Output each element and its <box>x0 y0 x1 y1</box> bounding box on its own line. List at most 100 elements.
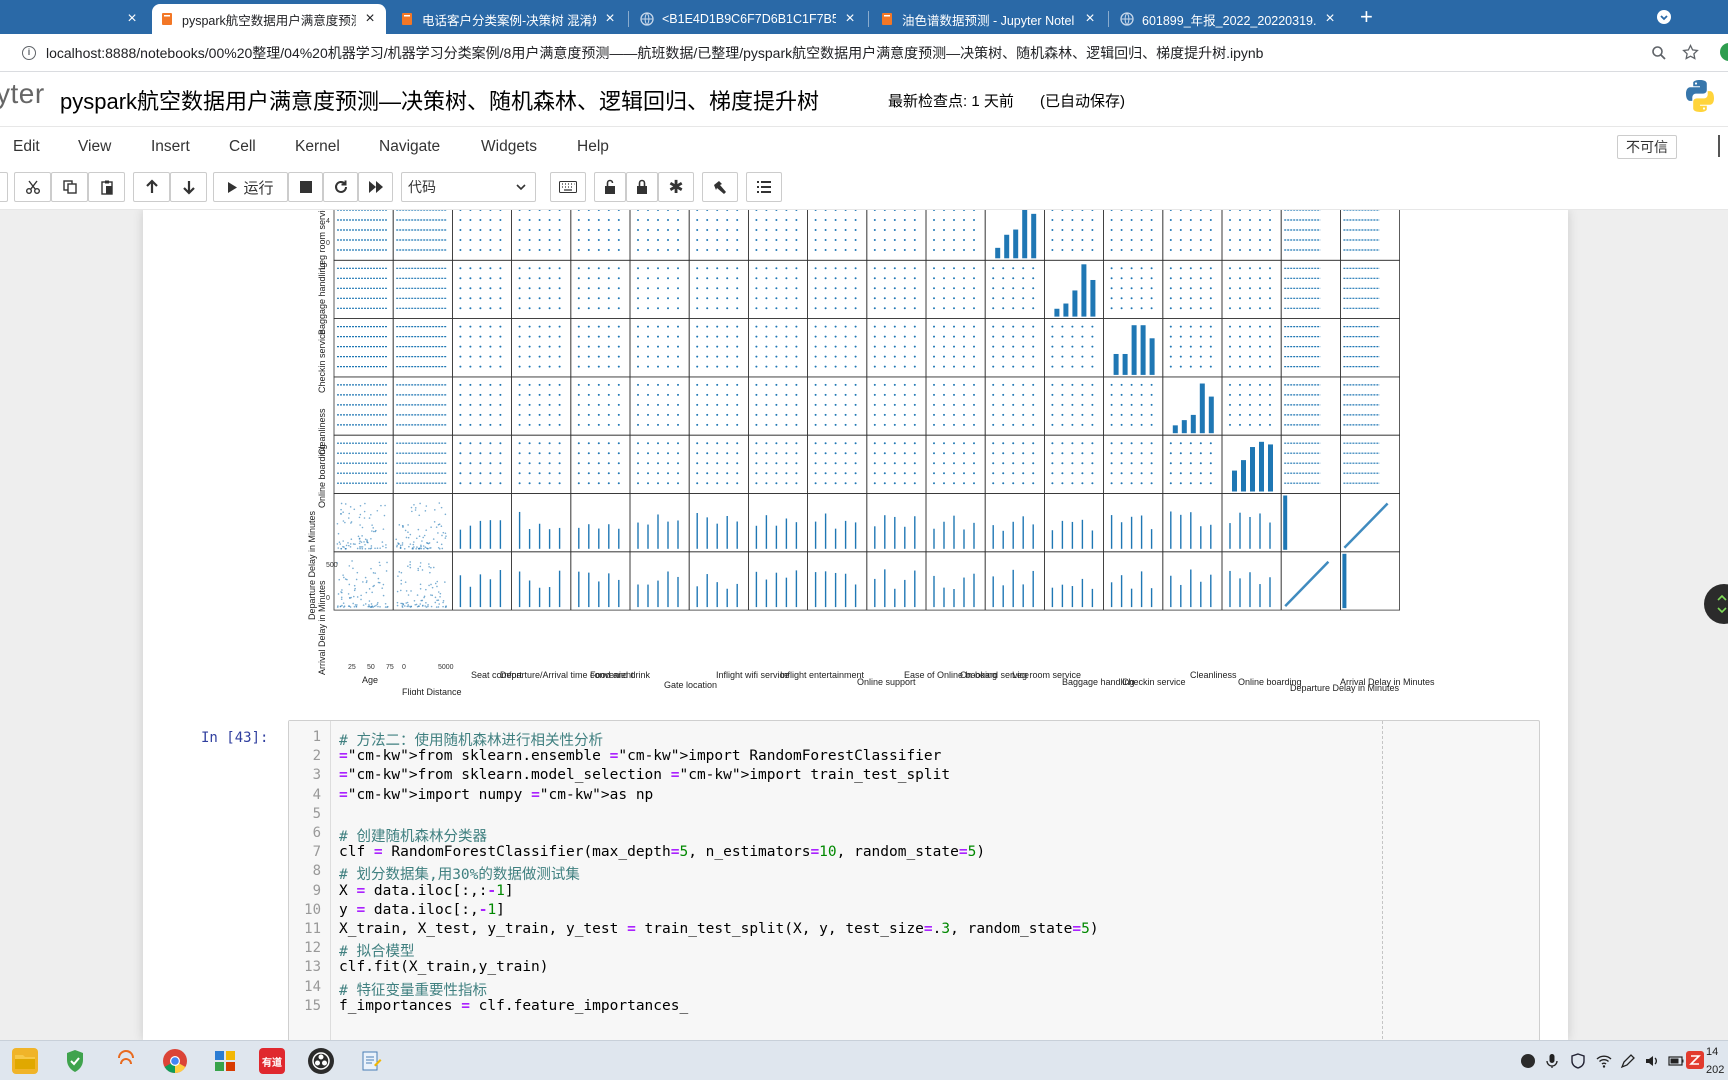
browser-tab-3[interactable]: 电话客户分类案例-决策树 混淆矩 × <box>392 4 626 34</box>
scatter-point <box>368 605 371 608</box>
bookmark-star-icon[interactable] <box>1682 43 1699 66</box>
tab-close-icon[interactable]: × <box>842 10 858 28</box>
extension-icon[interactable] <box>1720 43 1728 61</box>
tab-close-icon[interactable]: × <box>362 10 378 28</box>
x-tick: 5000 <box>438 664 454 671</box>
scatter-point <box>992 403 995 406</box>
pen-icon[interactable] <box>1620 1053 1636 1069</box>
command-palette-button[interactable] <box>550 172 586 202</box>
tab-close-icon[interactable]: × <box>124 10 140 28</box>
tray-app-icon[interactable] <box>1520 1053 1536 1069</box>
battery-icon[interactable] <box>1668 1053 1684 1069</box>
lock-button[interactable] <box>626 172 658 202</box>
scatter-point <box>667 249 669 251</box>
scatter-point <box>883 325 886 328</box>
tab-close-icon[interactable]: × <box>1322 10 1338 28</box>
new-tab-button[interactable]: + <box>1360 4 1373 30</box>
microphone-icon[interactable] <box>1544 1053 1560 1069</box>
browser-tab-2[interactable]: pyspark航空数据用户满意度预测 × <box>152 4 386 34</box>
code-cell[interactable]: In [43]: 1 2 3 4 5 6 7 8 9 10 11 12 13 14 15 # 方法二：使用随… <box>143 720 1543 1040</box>
scatter-point <box>1022 383 1025 386</box>
interrupt-button[interactable] <box>288 172 323 202</box>
wifi-icon[interactable] <box>1596 1053 1612 1069</box>
cut-button[interactable] <box>14 172 51 202</box>
paste-button[interactable] <box>88 172 125 202</box>
menu-widgets[interactable]: Widgets <box>481 138 537 156</box>
floating-assistant-button[interactable] <box>1704 584 1728 624</box>
file-explorer-icon[interactable] <box>12 1048 38 1074</box>
youdao-dict-icon[interactable]: 有道 <box>259 1048 285 1074</box>
scatter-point <box>1140 393 1143 396</box>
notebook-title[interactable]: pyspark航空数据用户满意度预测—决策树、随机森林、逻辑回归、梯度提升树 <box>60 84 819 116</box>
matrix-panel-frame <box>451 551 512 611</box>
scatter-point <box>407 565 409 568</box>
hammer-button[interactable] <box>702 172 738 202</box>
chrome-icon[interactable] <box>162 1048 188 1074</box>
scatter-point <box>913 307 916 310</box>
notebook-toolbar: 运行 代码 ✱ <box>0 166 1728 210</box>
browser-tab-6[interactable]: 601899_年报_2022_20220319.p × <box>1112 4 1346 34</box>
notepad-icon[interactable] <box>358 1048 384 1074</box>
menu-edit[interactable]: Edit <box>13 138 40 156</box>
scatter-point <box>1091 365 1094 368</box>
menu-cell[interactable]: Cell <box>229 138 256 156</box>
code-editor[interactable]: 1 2 3 4 5 6 7 8 9 10 11 12 13 14 15 # 方法二：使用随机森林进行相关性分… <box>288 720 1540 1040</box>
scatter-point <box>657 249 659 251</box>
restart-run-all-button[interactable] <box>358 172 393 202</box>
browser-tab-5[interactable]: 油色谱数据预测 - Jupyter Notel × <box>872 4 1106 34</box>
system-clock[interactable]: 14 202 <box>1706 1043 1724 1079</box>
restart-button[interactable] <box>323 172 358 202</box>
cell-type-select[interactable]: 代码 <box>401 172 536 202</box>
tab-close-icon[interactable]: × <box>1082 10 1098 28</box>
cast-icon[interactable] <box>113 1048 139 1074</box>
run-button[interactable]: 运行 <box>213 172 288 202</box>
site-info-icon[interactable]: i <box>22 46 36 60</box>
menu-kernel[interactable]: Kernel <box>295 138 340 156</box>
menu-navigate[interactable]: Navigate <box>379 138 440 156</box>
ime-icon[interactable] <box>1686 1051 1704 1069</box>
browser-tab-1[interactable]: × <box>0 4 148 34</box>
scatter-point <box>893 325 896 328</box>
move-down-button[interactable] <box>170 172 207 202</box>
scatter-point <box>538 277 541 280</box>
matrix-panel-frame <box>451 259 512 319</box>
volume-icon[interactable] <box>1644 1053 1660 1069</box>
scatter-point <box>1022 307 1025 310</box>
scatter-point <box>736 219 739 221</box>
scatter-point <box>1110 219 1113 221</box>
menu-view[interactable]: View <box>78 138 111 156</box>
jupyter-logo[interactable]: yter <box>0 78 45 110</box>
asterisk-button[interactable]: ✱ <box>658 172 694 202</box>
scatter-point <box>469 249 472 251</box>
menu-insert[interactable]: Insert <box>151 138 190 156</box>
move-up-button[interactable] <box>133 172 170 202</box>
scatter-point <box>834 229 837 231</box>
trust-button[interactable]: 不可信 <box>1617 135 1677 159</box>
unlock-button[interactable] <box>594 172 626 202</box>
scatter-point <box>1150 462 1153 465</box>
scatter-point <box>538 472 541 475</box>
toc-button[interactable] <box>746 172 782 202</box>
scatter-point <box>755 277 758 280</box>
defender-icon[interactable] <box>1570 1053 1586 1069</box>
zoom-icon[interactable] <box>1651 45 1667 66</box>
scatter-point <box>1110 267 1113 270</box>
scatter-point <box>421 540 423 542</box>
tab-close-icon[interactable]: × <box>602 10 618 28</box>
scatter-point <box>438 523 441 525</box>
scatter-point <box>528 297 531 300</box>
menu-help[interactable]: Help <box>577 138 609 156</box>
url-field[interactable]: i localhost:8888/notebooks/00%20整理/04%20… <box>22 43 1263 63</box>
matrix-panel-frame <box>333 493 394 553</box>
obs-icon[interactable] <box>308 1048 334 1074</box>
browser-tab-4[interactable]: <B1E4D1B9C6F7D6B1C1F7B5 × <box>632 4 866 34</box>
security-shield-icon[interactable] <box>62 1048 88 1074</box>
scatter-point <box>1002 472 1005 475</box>
tab-search-icon[interactable] <box>1657 10 1671 24</box>
notebook-scroll-area[interactable]: Leg room service Baggage handling Checki… <box>0 210 1728 1040</box>
app-tiles-icon[interactable] <box>212 1048 238 1074</box>
scatter-point <box>844 287 847 290</box>
scatter-point <box>459 355 462 358</box>
copy-button[interactable] <box>51 172 88 202</box>
save-button[interactable] <box>0 172 8 202</box>
